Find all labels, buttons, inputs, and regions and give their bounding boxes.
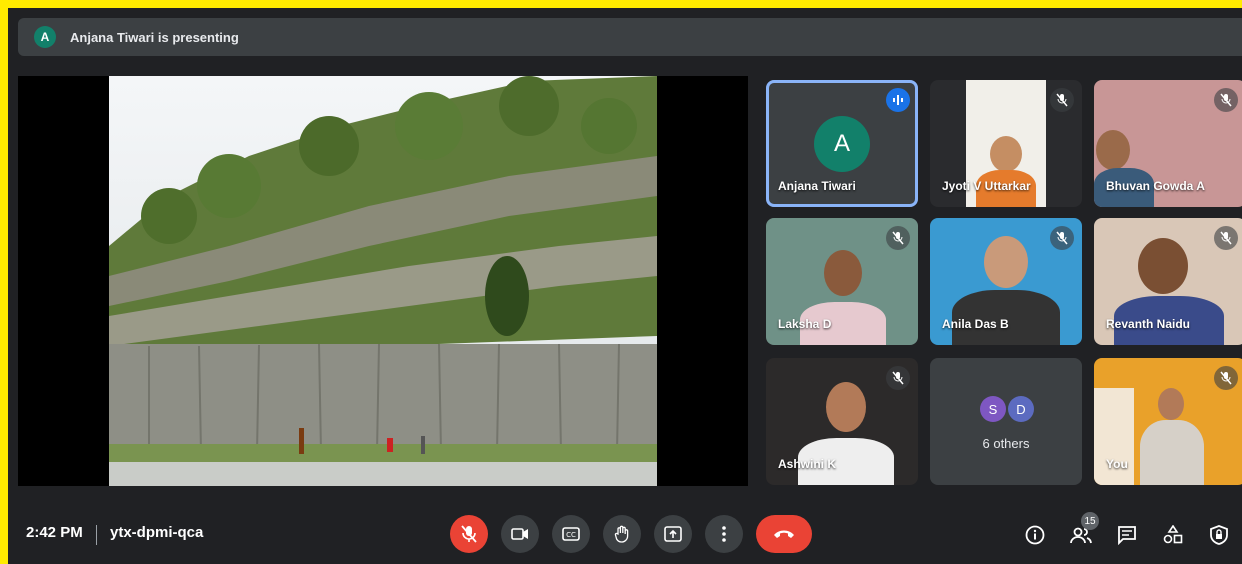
meeting-code: ytx-dpmi-qca	[110, 524, 204, 541]
mic-off-icon	[1050, 88, 1074, 112]
camera-toggle-button[interactable]	[501, 515, 539, 553]
mic-toggle-button[interactable]	[450, 515, 488, 553]
activities-icon	[1163, 525, 1183, 544]
speaking-indicator-icon	[886, 88, 910, 112]
raise-hand-icon	[614, 525, 629, 543]
hangup-icon	[774, 530, 794, 538]
meeting-time: 2:42 PM	[26, 524, 83, 541]
others-avatar: D	[1008, 396, 1034, 422]
participant-tile-laksha[interactable]: Laksha D	[766, 218, 918, 345]
presenter-avatar: A	[34, 26, 56, 48]
captions-button[interactable]: CC	[552, 515, 590, 553]
mic-off-icon	[1050, 226, 1074, 250]
presenting-text: Anjana Tiwari is presenting	[70, 29, 239, 45]
svg-text:CC: CC	[566, 531, 576, 539]
mic-off-icon	[886, 226, 910, 250]
participant-tile-jyoti[interactable]: Jyoti V Uttarkar	[930, 80, 1082, 207]
mic-off-icon	[1214, 88, 1238, 112]
others-avatar: S	[980, 396, 1006, 422]
present-icon	[664, 526, 682, 542]
participant-name: Anila Das B	[942, 317, 1009, 331]
present-now-button[interactable]	[654, 515, 692, 553]
meeting-details-button[interactable]	[1022, 522, 1048, 548]
divider	[96, 525, 97, 545]
participant-tile-bhuvan[interactable]: Bhuvan Gowda A	[1094, 80, 1242, 207]
people-count-badge: 15	[1081, 512, 1099, 530]
presented-video	[109, 76, 657, 486]
others-tile[interactable]: S D 6 others	[930, 358, 1082, 485]
participant-tile-revanth[interactable]: Revanth Naidu	[1094, 218, 1242, 345]
info-icon	[1025, 525, 1045, 545]
others-avatars: S D	[980, 396, 1036, 422]
chat-button[interactable]	[1114, 522, 1140, 548]
participant-tile-you[interactable]: You	[1094, 358, 1242, 485]
leave-call-button[interactable]	[756, 515, 812, 553]
others-label: 6 others	[982, 436, 1030, 451]
raise-hand-button[interactable]	[603, 515, 641, 553]
mic-off-icon	[1214, 226, 1238, 250]
host-controls-button[interactable]	[1206, 522, 1232, 548]
meet-window: A Anjana Tiwari is presenting A Anjana T…	[8, 8, 1242, 564]
participant-name: Laksha D	[778, 317, 832, 331]
mic-off-icon	[886, 366, 910, 390]
mic-off-icon	[461, 525, 477, 543]
participant-tile-ashwini[interactable]: Ashwini K	[766, 358, 918, 485]
participant-name: Anjana Tiwari	[778, 179, 856, 193]
activities-button[interactable]	[1160, 522, 1186, 548]
mic-off-icon	[1214, 366, 1238, 390]
participant-name: You	[1106, 457, 1128, 471]
participant-avatar: A	[814, 116, 870, 172]
participant-name: Revanth Naidu	[1106, 317, 1191, 331]
participant-tile-anila[interactable]: Anila Das B	[930, 218, 1082, 345]
participant-tile-anjana[interactable]: A Anjana Tiwari	[766, 80, 918, 207]
bottom-bar: 2:42 PM ytx-dpmi-qca CC 15	[8, 508, 1242, 564]
more-options-button[interactable]	[705, 515, 743, 553]
people-button[interactable]: 15	[1068, 512, 1099, 548]
participant-name: Jyoti V Uttarkar	[942, 179, 1031, 193]
host-controls-icon	[1210, 525, 1228, 545]
participant-name: Ashwini K	[778, 457, 837, 471]
camera-icon	[511, 528, 528, 540]
more-icon	[722, 526, 726, 542]
participant-name: Bhuvan Gowda A	[1106, 179, 1205, 193]
captions-icon: CC	[562, 527, 580, 541]
presenting-banner: A Anjana Tiwari is presenting	[18, 18, 1242, 56]
presentation-stage[interactable]	[18, 76, 748, 486]
chat-icon	[1118, 526, 1136, 545]
